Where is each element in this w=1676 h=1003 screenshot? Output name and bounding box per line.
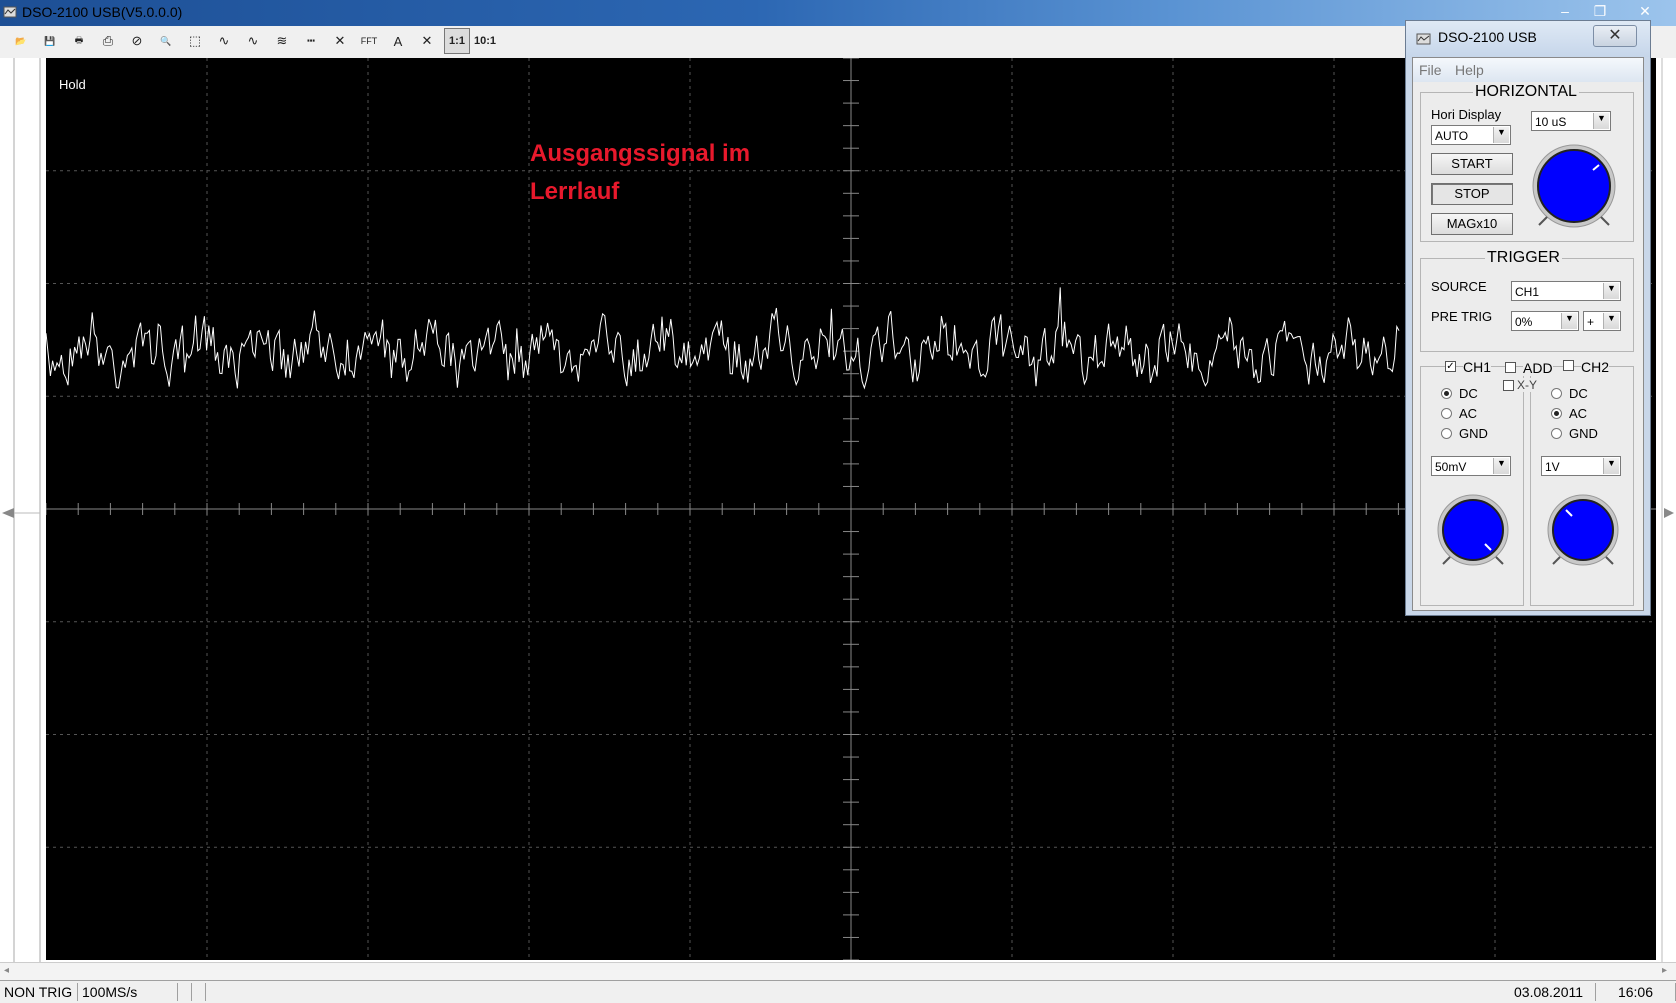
ch1-volts-select[interactable]: 50mV ▼ bbox=[1431, 456, 1511, 476]
hori-display-label: Hori Display bbox=[1431, 107, 1502, 122]
add-checkbox[interactable] bbox=[1505, 362, 1516, 373]
ch2-volts-select[interactable]: 1V ▼ bbox=[1541, 456, 1621, 476]
ch1-dc-label: DC bbox=[1459, 386, 1478, 401]
xy-label: X-Y bbox=[1517, 378, 1538, 392]
status-date: 03.08.2011 bbox=[1510, 983, 1596, 1001]
annotation-line-1: Ausgangssignal im bbox=[530, 140, 751, 167]
sample-rate: 100MS/s bbox=[78, 983, 178, 1001]
panel-title-bar: DSO-2100 USB ✕ bbox=[1406, 21, 1650, 57]
wave2-icon[interactable]: ∿ bbox=[240, 28, 266, 54]
panel-body: File Help HORIZONTAL Hori Display AUTO ▼ … bbox=[1412, 57, 1644, 611]
select-area-icon[interactable]: ⬚ bbox=[182, 28, 208, 54]
status-cell-empty-2 bbox=[192, 983, 206, 1001]
knob-icon bbox=[1532, 144, 1616, 228]
close-button[interactable]: ✕ bbox=[1630, 0, 1660, 22]
panel-close-button[interactable]: ✕ bbox=[1593, 25, 1637, 47]
ratio-10-1-button[interactable]: 10:1 bbox=[472, 28, 498, 54]
knob-icon bbox=[1547, 494, 1619, 566]
ch1-volts-knob[interactable] bbox=[1435, 492, 1511, 573]
app-icon bbox=[3, 6, 17, 18]
ch2-checkbox[interactable] bbox=[1563, 360, 1574, 371]
timebase-select[interactable]: 10 uS ▼ bbox=[1531, 111, 1611, 131]
ch1-checkbox[interactable]: ✓ bbox=[1445, 361, 1456, 372]
hori-display-select[interactable]: AUTO ▼ bbox=[1431, 125, 1511, 145]
scroll-right-icon[interactable]: ▸ bbox=[1662, 965, 1667, 976]
ratio-1-1-button[interactable]: 1:1 bbox=[444, 28, 470, 54]
maximize-button[interactable]: ❐ bbox=[1585, 0, 1615, 22]
trigger-title: TRIGGER bbox=[1485, 249, 1562, 267]
ch2-dc-radio[interactable] bbox=[1551, 388, 1562, 399]
ch2-ac-radio[interactable] bbox=[1551, 408, 1562, 419]
mag-x10-button[interactable]: MAGx10 bbox=[1431, 213, 1513, 235]
horizontal-title: HORIZONTAL bbox=[1473, 83, 1579, 101]
text-icon[interactable]: A bbox=[385, 28, 411, 54]
panel-title: DSO-2100 USB bbox=[1438, 29, 1537, 45]
chevron-down-icon: ▼ bbox=[1593, 113, 1609, 129]
chevron-down-icon: ▼ bbox=[1603, 458, 1619, 474]
add-label: ADD bbox=[1523, 360, 1553, 376]
window-title: DSO-2100 USB(V5.0.0.0) bbox=[22, 4, 183, 20]
ch1-gnd-radio[interactable] bbox=[1441, 428, 1452, 439]
stop-icon[interactable]: ⊘ bbox=[124, 28, 150, 54]
ch2-label: CH2 bbox=[1581, 359, 1610, 375]
panel-app-icon bbox=[1416, 33, 1431, 45]
menu-help[interactable]: Help bbox=[1455, 62, 1484, 78]
print-preview-icon[interactable]: ⎙ bbox=[95, 28, 121, 54]
trigger-status: NON TRIG bbox=[0, 983, 78, 1001]
chevron-down-icon: ▼ bbox=[1493, 458, 1509, 474]
print-icon[interactable]: 🖶 bbox=[66, 28, 92, 54]
pretrig-select[interactable]: 0% ▼ bbox=[1511, 311, 1579, 331]
ch2-volts-knob[interactable] bbox=[1545, 492, 1621, 573]
horizontal-scrollbar[interactable]: ◂ ▸ bbox=[0, 962, 1676, 981]
open-icon[interactable]: 📂 bbox=[8, 28, 34, 54]
trigger-slope-select[interactable]: + ▼ bbox=[1583, 311, 1621, 331]
ch1-ac-radio[interactable] bbox=[1441, 408, 1452, 419]
control-panel-window: DSO-2100 USB ✕ File Help HORIZONTAL Hori… bbox=[1405, 20, 1651, 616]
ch1-ac-label: AC bbox=[1459, 406, 1478, 421]
ch2-gnd-label: GND bbox=[1569, 426, 1598, 441]
dashes-icon[interactable]: ┅ bbox=[298, 28, 324, 54]
horizontal-group: HORIZONTAL Hori Display AUTO ▼ 10 uS ▼ STA… bbox=[1420, 83, 1634, 242]
marker-icon[interactable]: ✕ bbox=[327, 28, 353, 54]
chevron-down-icon: ▼ bbox=[1603, 283, 1619, 299]
left-margin bbox=[0, 58, 46, 964]
scroll-left-icon[interactable]: ◂ bbox=[4, 965, 9, 976]
start-button[interactable]: START bbox=[1431, 153, 1513, 175]
knob-icon bbox=[1437, 494, 1509, 566]
timebase-knob[interactable] bbox=[1529, 141, 1619, 236]
status-cell-empty-1 bbox=[178, 983, 192, 1001]
trigger-source-select[interactable]: CH1 ▼ bbox=[1511, 281, 1621, 301]
ch1-gnd-label: GND bbox=[1459, 426, 1488, 441]
ch2-gnd-radio[interactable] bbox=[1551, 428, 1562, 439]
stop-button[interactable]: STOP bbox=[1431, 183, 1513, 205]
pretrig-label: PRE TRIG bbox=[1431, 309, 1493, 324]
status-time: 16:06 bbox=[1596, 983, 1676, 1001]
fft-icon[interactable]: FFT bbox=[356, 28, 382, 54]
ch1-dc-radio[interactable] bbox=[1441, 388, 1452, 399]
wave1-icon[interactable]: ∿ bbox=[211, 28, 237, 54]
chevron-down-icon: ▼ bbox=[1493, 127, 1509, 143]
ch2-ac-label: AC bbox=[1569, 406, 1588, 421]
save-icon[interactable]: 💾 bbox=[37, 28, 63, 54]
ch1-label: CH1 bbox=[1463, 359, 1492, 375]
chevron-down-icon: ▼ bbox=[1561, 313, 1577, 329]
zoom-icon[interactable]: 🔍 bbox=[153, 28, 179, 54]
cross-icon[interactable]: ✕ bbox=[414, 28, 440, 54]
right-margin bbox=[1656, 58, 1676, 964]
ch2-dc-label: DC bbox=[1569, 386, 1588, 401]
chevron-down-icon: ▼ bbox=[1603, 313, 1619, 329]
hold-label: Hold bbox=[59, 77, 86, 92]
filter-icon[interactable]: ≋ bbox=[269, 28, 295, 54]
annotation-line-2: Lerrlauf bbox=[530, 178, 620, 205]
xy-checkbox[interactable] bbox=[1503, 380, 1514, 391]
menu-file[interactable]: File bbox=[1419, 62, 1442, 78]
panel-menu-bar: File Help bbox=[1413, 58, 1643, 82]
signal-trace bbox=[46, 287, 1400, 390]
trigger-group: TRIGGER SOURCE CH1 ▼ PRE TRIG 0% ▼ + ▼ bbox=[1420, 249, 1634, 352]
minimize-button[interactable]: – bbox=[1550, 0, 1580, 22]
source-label: SOURCE bbox=[1431, 279, 1487, 294]
status-bar: NON TRIG 100MS/s 03.08.2011 16:06 bbox=[0, 980, 1676, 1003]
